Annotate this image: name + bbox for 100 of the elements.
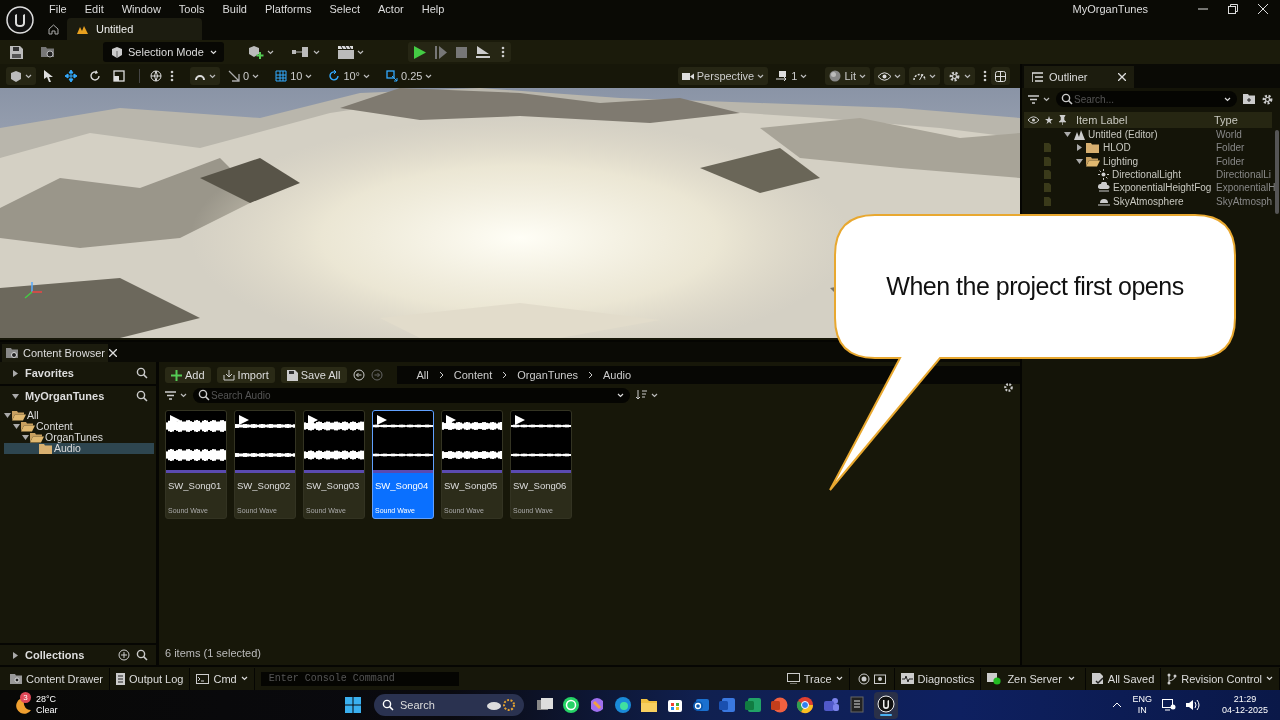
blueprint-button[interactable] [291,47,320,57]
breadcrumb[interactable]: Content [453,369,493,381]
record-icon[interactable] [857,672,870,685]
status-button[interactable]: Trace [780,667,850,690]
menu-item[interactable]: File [40,3,76,15]
section-header[interactable]: MyOrganTunes [25,390,105,402]
status-button[interactable]: All Saved [1085,667,1162,690]
snap-setting[interactable]: 0.25 [382,67,437,85]
view-mode-dropdown[interactable]: Lit [825,67,870,85]
breadcrumb[interactable]: OrganTunes [517,369,579,381]
add-actor-button[interactable] [247,45,274,59]
folder-item[interactable]: Audio [54,443,81,454]
language-indicator[interactable]: ENG IN [1132,694,1152,716]
outliner-item[interactable]: ExponentialHeightFog [1113,182,1212,194]
layout-button[interactable] [991,67,1010,85]
menu-item[interactable]: Select [320,3,370,15]
more-icon[interactable] [500,46,505,58]
sort-button[interactable] [636,390,658,400]
scrollbar[interactable] [1275,130,1279,214]
status-button[interactable]: Output Log [110,667,191,690]
status-button[interactable]: Zen Server [981,667,1086,690]
status-button[interactable]: Content Drawer [4,667,111,690]
snap-setting[interactable]: 10° [324,67,374,85]
column-header[interactable]: Item Label [1076,114,1214,126]
section-header[interactable]: Favorites [25,367,74,379]
more-icon[interactable] [983,70,987,82]
engine-app-icon[interactable] [874,691,898,719]
outliner-item[interactable]: DirectionalLight [1112,169,1181,181]
menu-item[interactable]: Help [412,3,454,15]
more-icon[interactable] [170,70,174,82]
section-header[interactable]: Collections [25,649,85,661]
status-button[interactable]: Diagnostics [894,667,982,690]
cinematics-button[interactable] [337,45,364,59]
add-folder-icon[interactable] [1243,94,1255,104]
console-field[interactable]: Enter Console Command [260,671,459,686]
snap-setting[interactable]: 10 [271,67,317,85]
add-icon[interactable] [118,649,130,661]
content-browser-icon [6,347,19,359]
breadcrumb[interactable]: All [416,369,429,381]
document-tab[interactable]: Untitled [67,18,202,40]
menu-item[interactable]: Actor [369,3,413,15]
outliner-item[interactable]: Lighting [1103,155,1139,167]
home-icon[interactable] [48,23,59,35]
view-dropdown[interactable]: Perspective [677,67,769,85]
transform-dropdown[interactable] [6,67,36,85]
folder-item[interactable]: All [27,410,39,421]
step-button[interactable] [434,45,447,59]
chevron-up-icon[interactable] [1112,702,1123,708]
menu-item[interactable]: Tools [169,3,214,15]
breadcrumb[interactable]: Audio [603,369,632,381]
folder-item[interactable]: OrganTunes [45,432,103,443]
column-header[interactable]: Type [1214,114,1272,126]
status-button[interactable]: Cmd [190,667,255,690]
toolbar-button[interactable]: Add [165,367,211,383]
search-field[interactable]: Search... [1056,91,1237,107]
restore-icon[interactable] [1228,4,1238,14]
taskbar-search[interactable]: Search [374,694,524,716]
network-icon[interactable] [1161,699,1176,711]
clock[interactable]: 21:29 04-12-2025 [1221,694,1268,716]
outliner-item[interactable]: Untitled (Editor) [1088,129,1158,141]
close-icon[interactable] [108,349,117,357]
play-icon[interactable] [239,415,249,425]
camera-speed-dropdown[interactable]: 1 [772,67,812,85]
close-icon[interactable] [1258,4,1268,14]
play-button[interactable] [413,45,426,59]
menu-item[interactable]: Build [213,3,256,15]
filter-button[interactable] [1028,94,1050,104]
search-field[interactable]: Search Audio [193,387,630,403]
toolbar-button[interactable]: Save All [280,367,347,383]
settings-icon[interactable] [1003,382,1014,393]
eject-button[interactable] [475,45,490,59]
play-icon[interactable] [308,415,318,425]
close-icon[interactable] [1118,73,1126,81]
caret-icon [800,73,808,79]
stop-button[interactable] [455,46,467,58]
back-icon[interactable] [352,369,365,381]
menu-item[interactable]: Edit [75,3,113,15]
play-icon[interactable] [515,415,525,425]
folder-item[interactable]: Content [36,421,73,432]
play-icon[interactable] [377,415,387,425]
browse-button[interactable] [41,45,55,59]
menu-item[interactable]: Platforms [256,3,321,15]
outliner-tab[interactable]: Outliner [1024,66,1134,88]
toolbar-button[interactable]: Import [216,367,275,383]
play-icon[interactable] [446,415,456,425]
show-dropdown[interactable] [874,67,905,85]
save-button[interactable] [10,45,23,59]
settings-dropdown[interactable] [944,67,975,85]
outliner-item[interactable]: HLOD [1103,142,1131,154]
mode-dropdown[interactable]: Selection Mode [103,42,224,62]
status-button[interactable]: Revision Control [1161,667,1280,690]
screenshot-icon[interactable] [873,673,886,684]
realtime-dropdown[interactable] [909,67,940,85]
surface-snap-dropdown[interactable] [190,67,220,85]
speaker-icon[interactable] [1185,699,1200,711]
outliner-item[interactable]: SkyAtmosphere [1113,195,1184,207]
filter-button[interactable] [165,390,187,400]
menu-item[interactable]: Window [112,3,170,15]
snap-setting[interactable]: 0 [224,67,264,85]
caret-icon [651,392,658,398]
